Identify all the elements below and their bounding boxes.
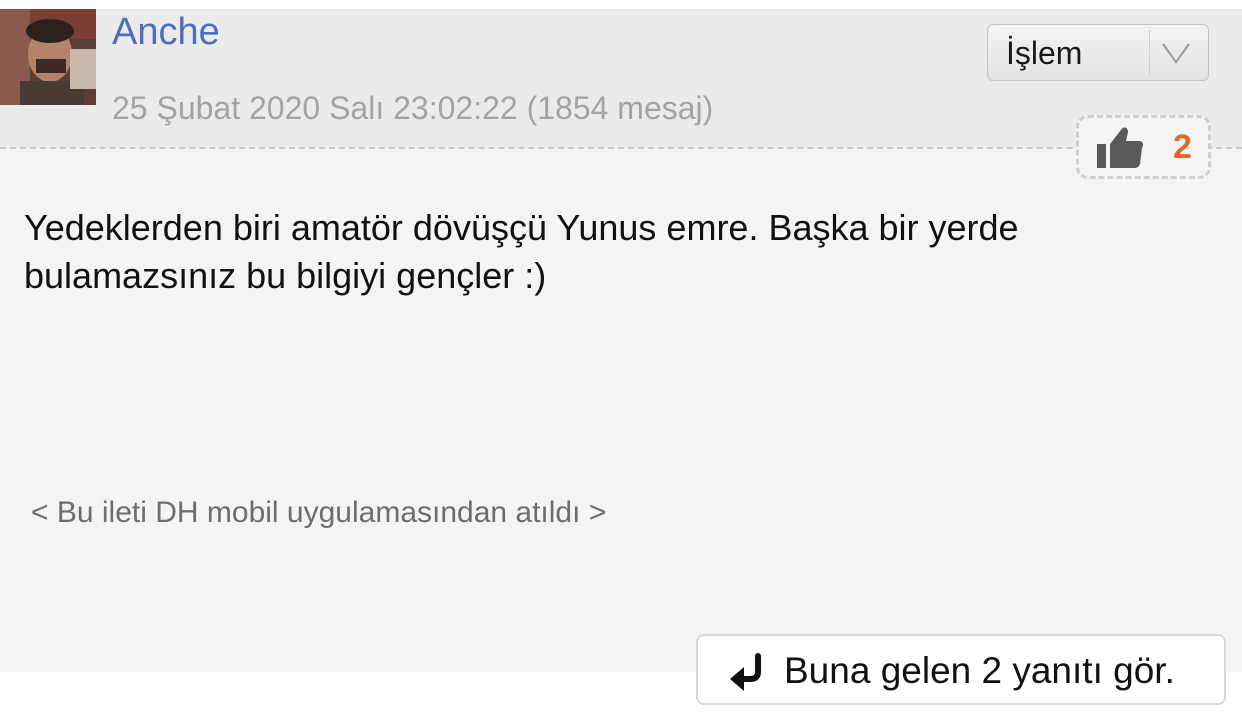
post-body-line: bulamazsınız bu bilgiyi gençler :) (24, 255, 547, 296)
top-strip (0, 0, 1242, 9)
mobile-app-note: < Bu ileti DH mobil uygulamasından atıld… (31, 496, 607, 529)
reply-arrow-icon (728, 652, 768, 697)
post-body-line: Yedeklerden biri amatör dövüşçü Yunus em… (24, 207, 1019, 248)
action-dropdown[interactable]: İşlem (987, 24, 1209, 81)
avatar[interactable] (0, 9, 96, 105)
view-replies-label: Buna gelen 2 yanıtı gör. (784, 650, 1175, 691)
view-replies-button[interactable]: Buna gelen 2 yanıtı gör. (696, 634, 1226, 705)
thumbs-up-icon (1095, 124, 1145, 175)
chevron-down-icon (1161, 41, 1191, 70)
like-button[interactable]: 2 (1076, 115, 1211, 179)
dropdown-divider (1149, 30, 1150, 75)
username-link[interactable]: Anche (112, 12, 220, 52)
post-body: Yedeklerden biri amatör dövüşçü Yunus em… (24, 204, 1204, 300)
header-separator (0, 147, 1242, 149)
action-dropdown-label: İşlem (1006, 35, 1083, 71)
post-meta: 25 Şubat 2020 Salı 23:02:22 (1854 mesaj) (112, 90, 714, 126)
like-count: 2 (1173, 128, 1192, 166)
